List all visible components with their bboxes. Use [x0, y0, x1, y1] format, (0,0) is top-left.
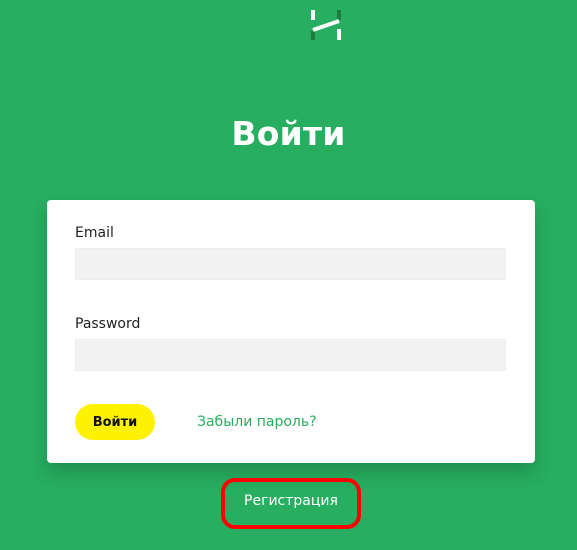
- login-button[interactable]: Войти: [75, 404, 155, 440]
- forgot-password-link[interactable]: Забыли пароль?: [197, 413, 317, 431]
- logo-icon: [310, 9, 342, 41]
- password-label: Password: [75, 316, 141, 332]
- email-field[interactable]: [75, 248, 506, 280]
- email-label: Email: [75, 225, 114, 241]
- password-field[interactable]: [75, 339, 506, 371]
- login-card: Email Password Войти Забыли пароль?: [47, 200, 535, 463]
- page-title: Войти: [231, 114, 346, 153]
- register-link[interactable]: Регистрация: [221, 478, 361, 529]
